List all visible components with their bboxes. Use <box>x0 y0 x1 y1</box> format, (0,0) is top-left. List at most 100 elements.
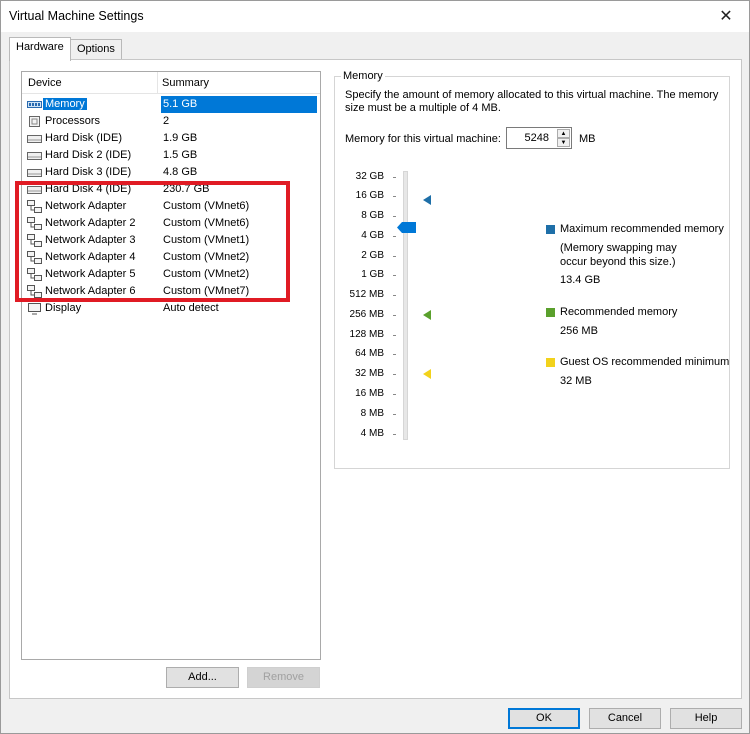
device-name: Display <box>45 302 82 314</box>
device-summary: Custom (VMnet7) <box>163 285 250 297</box>
device-row-hard-disk-4[interactable]: Hard Disk 4 (IDE) 230.7 GB <box>23 181 319 198</box>
scale-tick <box>393 414 396 415</box>
scale-label: 4 MB <box>360 428 384 439</box>
device-list[interactable]: Device Summary Memory 5.1 GB Processors … <box>21 71 321 660</box>
memory-size-value[interactable]: 5248 <box>525 132 549 144</box>
scale-tick <box>393 216 396 217</box>
column-divider[interactable] <box>157 72 158 94</box>
memory-slider-thumb[interactable] <box>397 222 416 233</box>
ok-button[interactable]: OK <box>508 708 580 729</box>
device-summary: 5.1 GB <box>161 96 317 113</box>
scale-label: 64 MB <box>355 348 384 359</box>
device-row-network-adapter-2[interactable]: Network Adapter 2 Custom (VMnet6) <box>23 215 319 232</box>
display-icon <box>28 303 41 315</box>
device-summary: Custom (VMnet2) <box>163 268 250 280</box>
device-summary: 1.5 GB <box>163 149 198 161</box>
tab-hardware[interactable]: Hardware <box>9 37 71 61</box>
guest-minimum-title: Guest OS recommended minimum <box>560 356 730 368</box>
device-summary: 2 <box>163 115 170 127</box>
device-name: Processors <box>45 115 101 127</box>
device-summary: 4.8 GB <box>163 166 198 178</box>
device-row-network-adapter-6[interactable]: Network Adapter 6 Custom (VMnet7) <box>23 283 319 300</box>
device-name: Network Adapter 2 <box>45 217 136 229</box>
max-recommended-value: 13.4 GB <box>560 274 601 286</box>
add-button[interactable]: Add... <box>166 667 239 688</box>
scale-tick <box>393 374 396 375</box>
device-summary: Custom (VMnet6) <box>163 200 250 212</box>
scale-tick <box>393 295 396 296</box>
scale-label: 512 MB <box>349 289 384 300</box>
device-row-hard-disk-2[interactable]: Hard Disk 2 (IDE) 1.5 GB <box>23 147 319 164</box>
device-summary: Auto detect <box>163 302 219 314</box>
scale-label: 4 GB <box>361 230 384 241</box>
scale-tick <box>393 394 396 395</box>
scale-label: 32 GB <box>355 171 384 182</box>
spin-down-icon[interactable]: ▼ <box>557 138 570 147</box>
device-name: Hard Disk 3 (IDE) <box>45 166 132 178</box>
scale-label: 16 MB <box>355 388 384 399</box>
max-recommended-title: Maximum recommended memory <box>560 223 724 235</box>
device-summary: Custom (VMnet6) <box>163 217 250 229</box>
scale-label: 2 GB <box>361 250 384 261</box>
network-adapter-icon <box>27 217 42 230</box>
memory-unit: MB <box>579 133 596 145</box>
recommended-value: 256 MB <box>560 325 598 337</box>
scale-tick <box>393 315 396 316</box>
memory-size-stepper[interactable]: 5248 ▲ ▼ <box>506 127 572 149</box>
device-name: Memory <box>43 98 87 110</box>
device-row-display[interactable]: Display Auto detect <box>23 300 319 317</box>
device-row-hard-disk[interactable]: Hard Disk (IDE) 1.9 GB <box>23 130 319 147</box>
guest-minimum-value: 32 MB <box>560 375 592 387</box>
max-recommended-swatch <box>546 225 555 234</box>
hard-disk-icon <box>27 152 42 160</box>
device-summary: 230.7 GB <box>163 183 210 195</box>
network-adapter-icon <box>27 251 42 264</box>
device-row-network-adapter-3[interactable]: Network Adapter 3 Custom (VMnet1) <box>23 232 319 249</box>
column-device[interactable]: Device <box>28 77 62 89</box>
network-adapter-icon <box>27 200 42 213</box>
scale-label: 8 MB <box>360 408 384 419</box>
device-row-hard-disk-3[interactable]: Hard Disk 3 (IDE) 4.8 GB <box>23 164 319 181</box>
device-row-network-adapter-5[interactable]: Network Adapter 5 Custom (VMnet2) <box>23 266 319 283</box>
scale-tick <box>393 335 396 336</box>
scale-label: 32 MB <box>355 368 384 379</box>
guest-minimum-marker <box>423 369 431 379</box>
device-row-processors[interactable]: Processors 2 <box>23 113 319 130</box>
scale-label: 256 MB <box>349 309 384 320</box>
device-name: Network Adapter 3 <box>45 234 136 246</box>
device-row-network-adapter[interactable]: Network Adapter Custom (VMnet6) <box>23 198 319 215</box>
max-recommended-note: (Memory swapping may occur beyond this s… <box>560 242 677 268</box>
cpu-icon <box>29 116 40 127</box>
hard-disk-icon <box>27 169 42 177</box>
guest-minimum-swatch <box>546 358 555 367</box>
network-adapter-icon <box>27 234 42 247</box>
hard-disk-icon <box>27 135 42 143</box>
device-name: Hard Disk 2 (IDE) <box>45 149 132 161</box>
help-button[interactable]: Help <box>670 708 742 729</box>
hard-disk-icon <box>27 186 42 194</box>
device-summary: 1.9 GB <box>163 132 198 144</box>
scale-tick <box>393 196 396 197</box>
device-list-header: Device Summary <box>22 72 320 94</box>
network-adapter-icon <box>27 268 42 281</box>
scale-tick <box>393 434 396 435</box>
title-bar: Virtual Machine Settings ✕ <box>1 1 749 32</box>
device-row-network-adapter-4[interactable]: Network Adapter 4 Custom (VMnet2) <box>23 249 319 266</box>
remove-button[interactable]: Remove <box>247 667 320 688</box>
device-row-memory[interactable]: Memory 5.1 GB <box>23 96 319 113</box>
device-summary: Custom (VMnet1) <box>163 234 250 246</box>
scale-tick <box>393 256 396 257</box>
column-summary[interactable]: Summary <box>162 77 209 89</box>
memory-slider-track[interactable] <box>403 171 408 440</box>
tab-options[interactable]: Options <box>70 39 122 60</box>
scale-tick <box>393 236 396 237</box>
cancel-button[interactable]: Cancel <box>589 708 661 729</box>
scale-tick <box>393 354 396 355</box>
device-name: Network Adapter 6 <box>45 285 136 297</box>
recommended-marker <box>423 310 431 320</box>
spin-up-icon[interactable]: ▲ <box>557 129 570 138</box>
close-icon[interactable]: ✕ <box>703 1 749 32</box>
device-name: Network Adapter <box>45 200 127 212</box>
network-adapter-icon <box>27 285 42 298</box>
scale-label: 8 GB <box>361 210 384 221</box>
